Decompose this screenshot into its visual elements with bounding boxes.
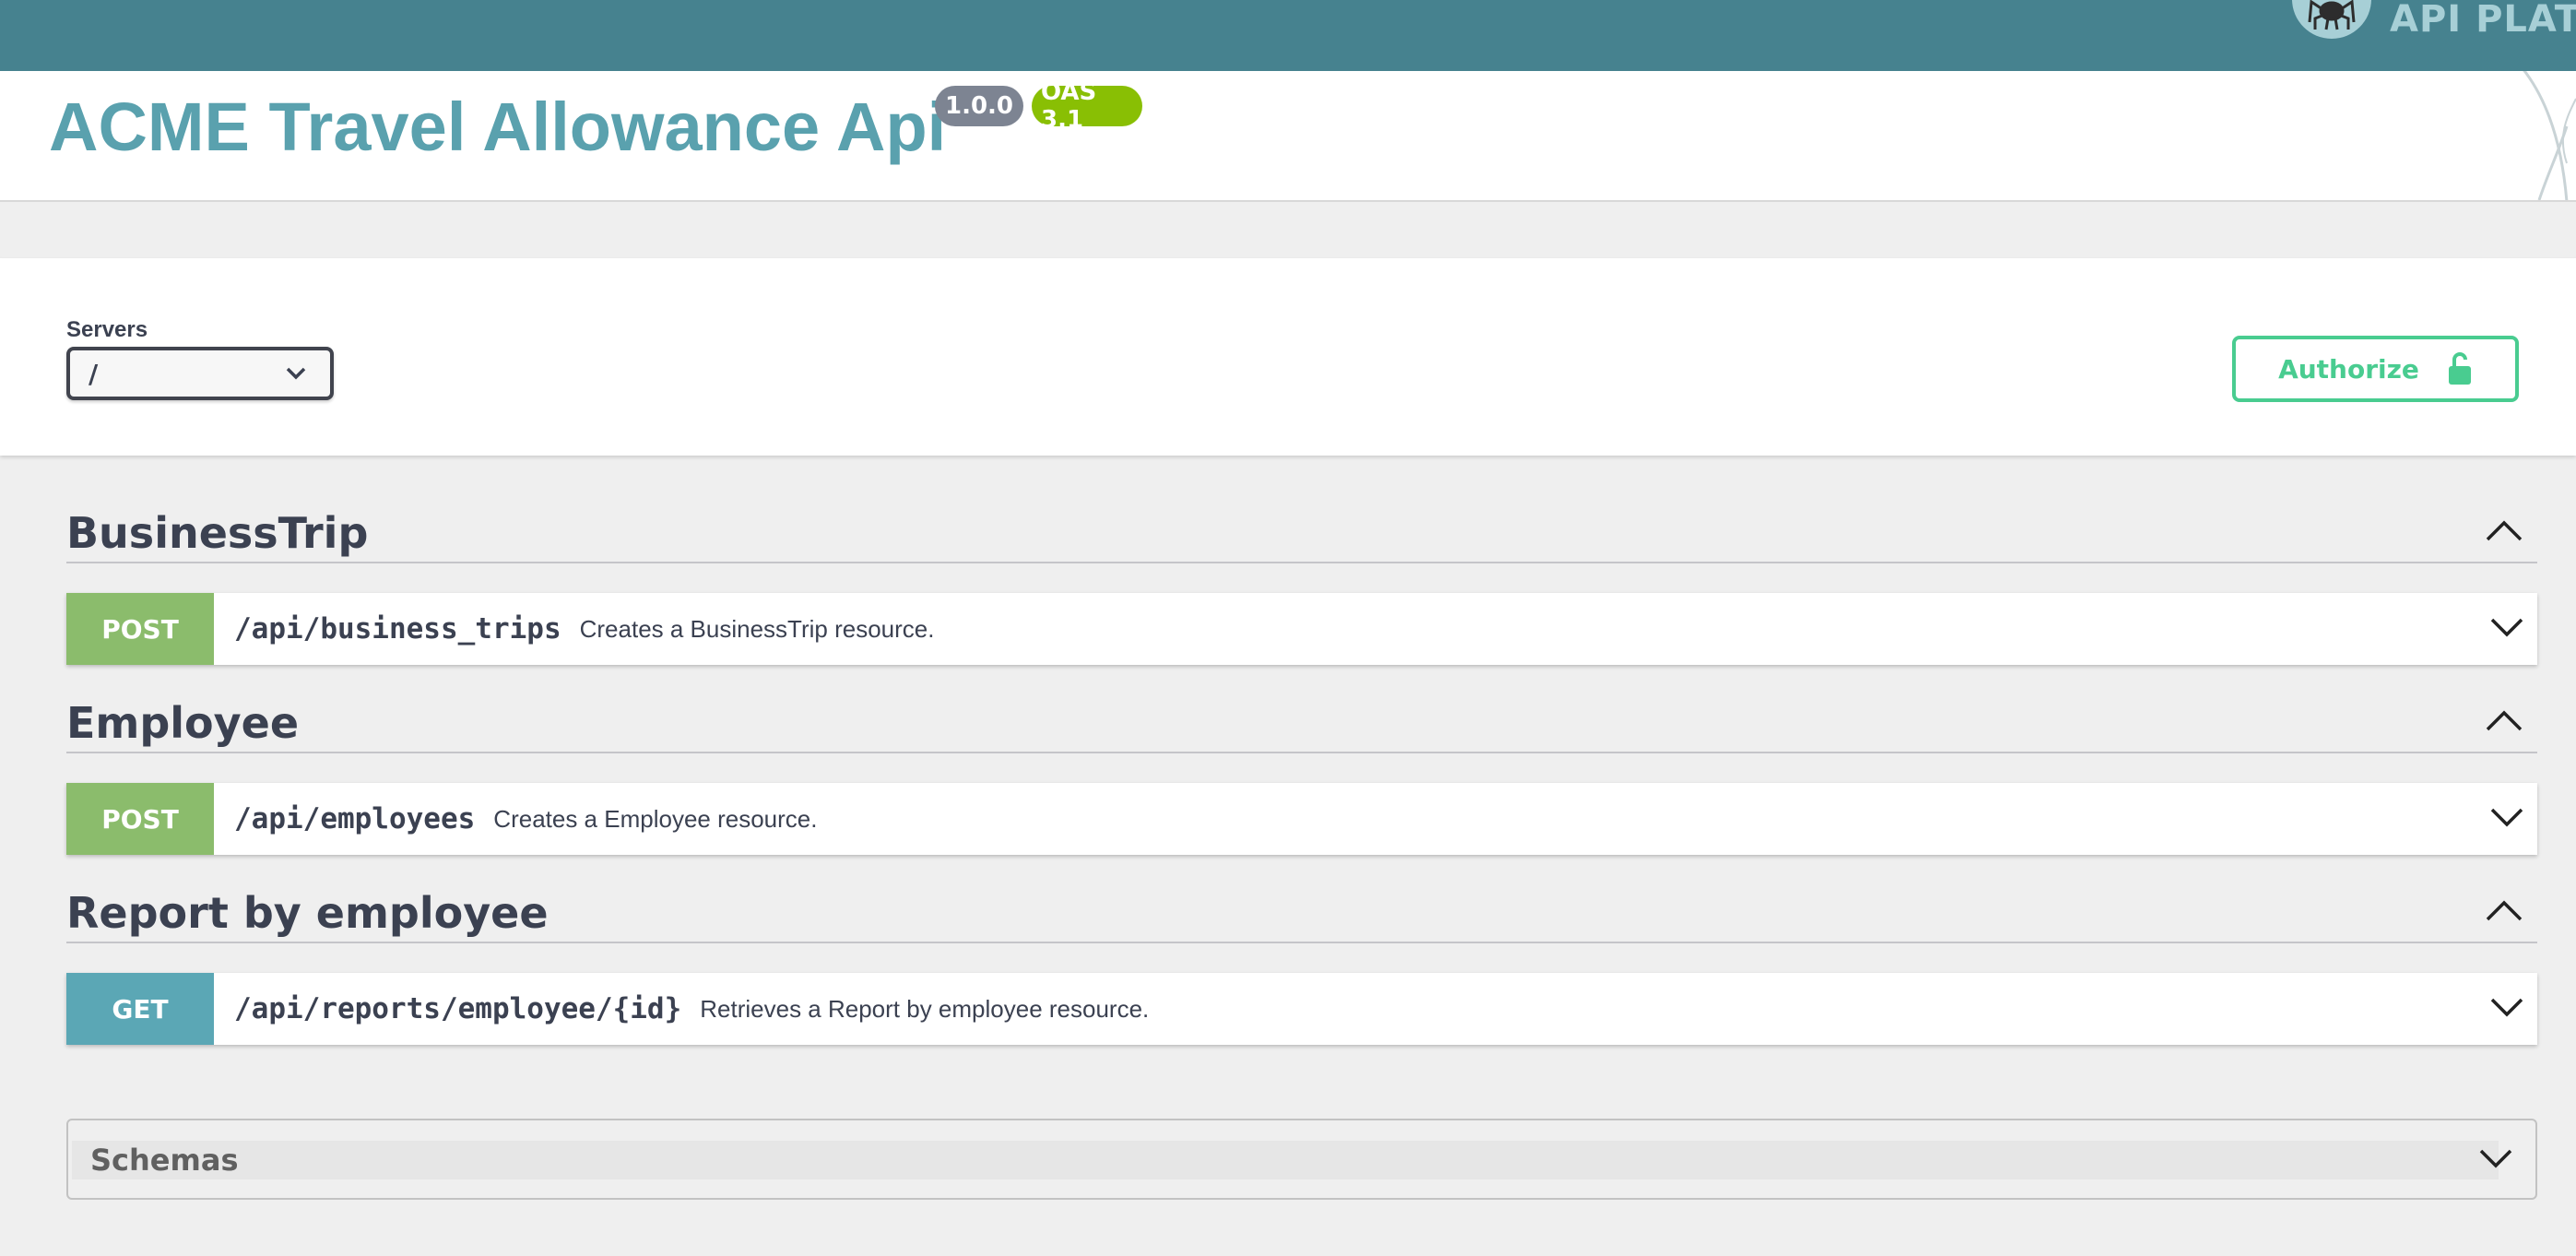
topbar: API PLATFORM — [0, 0, 2576, 71]
servers-selected-value: / — [89, 358, 99, 389]
operation-summary: Retrieves a Report by employee resource. — [700, 994, 1150, 1023]
spider-logo-icon — [2292, 0, 2371, 39]
scheme-container: Servers / Authorize — [0, 258, 2576, 456]
tag-header-report-by-employee[interactable]: Report by employee — [66, 879, 2537, 943]
tag-header-employee[interactable]: Employee — [66, 689, 2537, 753]
brand-name: API PLATFORM — [2390, 0, 2576, 41]
chevron-up-icon[interactable] — [2484, 517, 2524, 545]
page-title: ACME Travel Allowance Api — [49, 89, 947, 165]
schemas-header: Schemas — [72, 1141, 2499, 1179]
version-badge: 1.0.0 — [935, 86, 1023, 126]
chevron-down-icon[interactable] — [2489, 995, 2524, 1019]
tag-name: Report by employee — [66, 888, 549, 938]
operation-path: /api/employees — [234, 802, 476, 835]
chevron-down-icon[interactable] — [2478, 1146, 2513, 1170]
chevron-up-icon[interactable] — [2484, 707, 2524, 735]
brand-link[interactable]: API PLATFORM — [2292, 0, 2576, 41]
operation-post-business-trips[interactable]: POST /api/business_trips Creates a Busin… — [66, 593, 2537, 665]
servers-label: Servers — [66, 317, 148, 342]
servers-select[interactable]: / — [66, 347, 334, 400]
authorize-label: Authorize — [2278, 353, 2419, 385]
decorative-web-icon — [2523, 71, 2576, 200]
chevron-down-icon[interactable] — [2489, 615, 2524, 639]
info-header: ACME Travel Allowance Api 1.0.0 OAS 3.1 — [0, 71, 2576, 202]
operation-path: /api/business_trips — [234, 612, 561, 646]
lock-open-icon — [2448, 352, 2471, 385]
operation-summary: Creates a BusinessTrip resource. — [579, 614, 935, 643]
operation-post-employees[interactable]: POST /api/employees Creates a Employee r… — [66, 783, 2537, 855]
chevron-down-icon — [286, 367, 306, 380]
chevron-down-icon[interactable] — [2489, 805, 2524, 829]
method-badge: GET — [66, 973, 214, 1045]
tag-name: BusinessTrip — [66, 508, 369, 558]
authorize-button[interactable]: Authorize — [2232, 336, 2519, 402]
operation-summary: Creates a Employee resource. — [493, 804, 818, 833]
operation-get-report-by-employee[interactable]: GET /api/reports/employee/{id} Retrieves… — [66, 973, 2537, 1045]
tag-header-businesstrip[interactable]: BusinessTrip — [66, 499, 2537, 563]
oas-badge: OAS 3.1 — [1032, 78, 1142, 134]
method-badge: POST — [66, 783, 214, 855]
schemas-title: Schemas — [90, 1143, 239, 1178]
schemas-section[interactable]: Schemas — [66, 1119, 2537, 1200]
tag-name: Employee — [66, 698, 300, 748]
operation-path: /api/reports/employee/{id} — [234, 992, 682, 1025]
method-badge: POST — [66, 593, 214, 665]
chevron-up-icon[interactable] — [2484, 897, 2524, 925]
